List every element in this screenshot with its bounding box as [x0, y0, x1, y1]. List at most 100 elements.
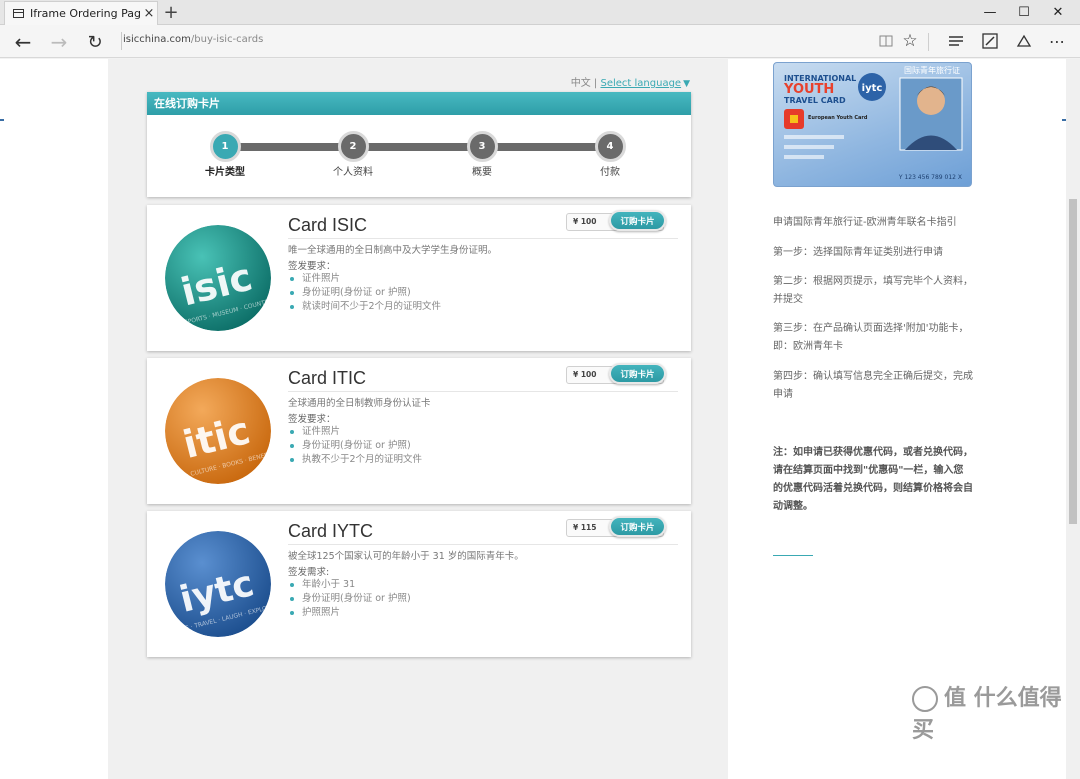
language-switcher: 中文 | Select language ▼	[571, 74, 690, 89]
promo-line2: YOUTH	[783, 82, 834, 97]
url-path: /buy-isic-cards	[190, 34, 264, 45]
forward-arrow-icon[interactable]: →	[46, 29, 72, 55]
browser-tab[interactable]: Iframe Ordering Page - I ×	[4, 1, 158, 25]
list-item: 身份证明(身份证 or 护照)	[290, 592, 411, 606]
more-icon[interactable]: ⋯	[1047, 31, 1067, 51]
requirements-label: 签发需求:	[288, 567, 330, 578]
left-strip	[0, 59, 4, 779]
guide-step-3: 第三步：在产品确认页面选择'附加'功能卡，即：欧洲青年卡	[773, 323, 969, 352]
step-1-circle: 1	[209, 131, 241, 162]
order-panel-title: 在线订购卡片	[147, 92, 691, 115]
promo-number: Y 123 456 789 012 X	[898, 174, 962, 181]
buy-card-button[interactable]: 订购卡片	[609, 210, 666, 231]
card-price: ¥ 100	[573, 217, 597, 226]
promo-cn-title: 国际青年旅行证	[904, 65, 960, 75]
new-tab-button[interactable]: +	[162, 2, 180, 23]
card-description: 被全球125个国家认可的年龄小于 31 岁的国际青年卡。	[288, 551, 524, 562]
list-item: 执教不少于2个月的证明文件	[290, 453, 422, 467]
iytc-card-image: INTERNATIONAL YOUTH TRAVEL CARD 国际青年旅行证 …	[773, 62, 972, 187]
list-item: 证件照片	[290, 272, 441, 286]
toolbar-separator	[928, 33, 929, 51]
back-arrow-icon[interactable]: ←	[10, 29, 36, 55]
list-item: 就读时间不少于2个月的证明文件	[290, 300, 441, 314]
card-price: ¥ 100	[573, 370, 597, 379]
card-iytc: iytc ADVENTURE · TRAVEL · LAUGH · EXPLOR…	[147, 511, 691, 657]
reading-view-icon[interactable]	[876, 31, 896, 51]
scrollbar-thumb[interactable]	[1069, 199, 1077, 524]
list-item: 身份证明(身份证 or 护照)	[290, 439, 422, 453]
card-title: Card IYTC	[288, 521, 374, 541]
hub-icon[interactable]	[946, 31, 966, 51]
step-3-label: 概要	[472, 167, 492, 178]
favorite-star-icon[interactable]: ☆	[900, 31, 920, 51]
step-3: 3 概要	[452, 131, 512, 178]
requirements-list: 证件照片 身份证明(身份证 or 护照) 就读时间不少于2个月的证明文件	[290, 272, 441, 314]
page-viewport: 中文 | Select language ▼ 在线订购卡片 1 卡片类型 2 个人…	[0, 59, 1080, 779]
close-window-icon[interactable]: ✕	[1040, 0, 1076, 25]
list-item: 年龄小于 31	[290, 578, 411, 592]
list-item: 护照照片	[290, 606, 411, 620]
step-1: 1 卡片类型	[195, 131, 255, 178]
step-2: 2 个人资料	[323, 131, 383, 178]
url-field[interactable]: isicchina.com/buy-isic-cards	[123, 34, 263, 45]
guide-title: 申请国际青年旅行证-欧洲青年联名卡指引	[773, 217, 957, 228]
step-progress-line	[225, 143, 610, 151]
step-2-label: 个人资料	[333, 167, 373, 178]
share-icon[interactable]	[1014, 31, 1034, 51]
current-language: 中文 |	[570, 78, 601, 89]
step-4-circle: 4	[594, 131, 626, 162]
requirements-list: 年龄小于 31 身份证明(身份证 or 护照) 护照照片	[290, 578, 411, 620]
guide-step-2: 第二步：根据网页提示，填写完毕个人资料，并提交	[773, 276, 973, 305]
refresh-icon[interactable]: ↻	[82, 29, 108, 55]
buy-card-button[interactable]: 订购卡片	[609, 516, 666, 537]
card-itic: itic GALLERIES · CULTURE · BOOKS · BENEF…	[147, 358, 691, 504]
card-divider	[288, 391, 678, 392]
requirements-label: 签发要求：	[288, 414, 336, 425]
page-icon	[13, 9, 24, 18]
iframe-content: 中文 | Select language ▼ 在线订购卡片 1 卡片类型 2 个人…	[108, 59, 728, 779]
vertical-scrollbar[interactable]	[1066, 59, 1080, 779]
coupon-note: 注：如申请已获得优惠代码，或者兑换代码，请在结算页面中找到"优惠码"一栏，输入您…	[773, 447, 973, 512]
step-2-circle: 2	[337, 131, 369, 162]
sidebar-divider	[773, 555, 813, 556]
watermark: 值 什么值得买	[912, 680, 1080, 744]
order-steps-panel: 在线订购卡片 1 卡片类型 2 个人资料 3 概要 4 付款	[147, 92, 691, 197]
url-separator	[121, 32, 122, 50]
select-language-link[interactable]: Select language	[600, 78, 681, 89]
minimize-icon[interactable]: —	[972, 0, 1008, 25]
tab-bar: Iframe Ordering Page - I × + — ☐ ✕	[0, 0, 1080, 25]
maximize-icon[interactable]: ☐	[1006, 0, 1042, 25]
list-item: 证件照片	[290, 425, 422, 439]
step-3-circle: 3	[466, 131, 498, 162]
list-item: 身份证明(身份证 or 护照)	[290, 286, 441, 300]
requirements-label: 签发要求：	[288, 261, 336, 272]
promo-logo: iytc	[862, 83, 883, 94]
buy-card-button[interactable]: 订购卡片	[609, 363, 666, 384]
iytc-logo: iytc ADVENTURE · TRAVEL · LAUGH · EXPLOR…	[165, 531, 271, 637]
card-divider	[288, 544, 678, 545]
step-4: 4 付款	[580, 131, 640, 178]
card-isic: isic MUSIC · ART · SPORTS · MUSEUM · COU…	[147, 205, 691, 351]
promo-line3: TRAVEL CARD	[784, 96, 846, 105]
requirements-list: 证件照片 身份证明(身份证 or 护照) 执教不少于2个月的证明文件	[290, 425, 422, 467]
itic-logo: itic GALLERIES · CULTURE · BOOKS · BENEF…	[165, 378, 271, 484]
promo-eyca: European Youth Card	[808, 115, 868, 121]
watermark-logo-icon	[912, 686, 938, 712]
dropdown-triangle-icon[interactable]: ▼	[683, 79, 690, 89]
left-strip-mark	[0, 119, 4, 121]
guide-step-4: 第四步：确认填写信息完全正确后提交，完成申请	[773, 371, 973, 400]
isic-logo: isic MUSIC · ART · SPORTS · MUSEUM · COU…	[165, 225, 271, 331]
step-4-label: 付款	[600, 167, 620, 178]
card-description: 唯一全球通用的全日制高中及大学学生身份证明。	[288, 245, 498, 256]
card-title: Card ITIC	[288, 368, 367, 388]
step-1-label: 卡片类型	[205, 167, 245, 178]
web-note-icon[interactable]	[980, 31, 1000, 51]
guide-step-1: 第一步：选择国际青年证类别进行申请	[773, 247, 943, 258]
address-bar: ← → ↻ isicchina.com/buy-isic-cards ☆ ⋯	[0, 25, 1080, 58]
card-description: 全球通用的全日制教师身份认证卡	[288, 398, 431, 409]
step-indicator: 1 卡片类型 2 个人资料 3 概要 4 付款	[147, 115, 691, 197]
tab-title: Iframe Ordering Page - I	[30, 7, 141, 20]
card-price: ¥ 115	[573, 523, 597, 532]
close-tab-icon[interactable]: ×	[141, 6, 157, 21]
card-title: Card ISIC	[288, 215, 368, 235]
